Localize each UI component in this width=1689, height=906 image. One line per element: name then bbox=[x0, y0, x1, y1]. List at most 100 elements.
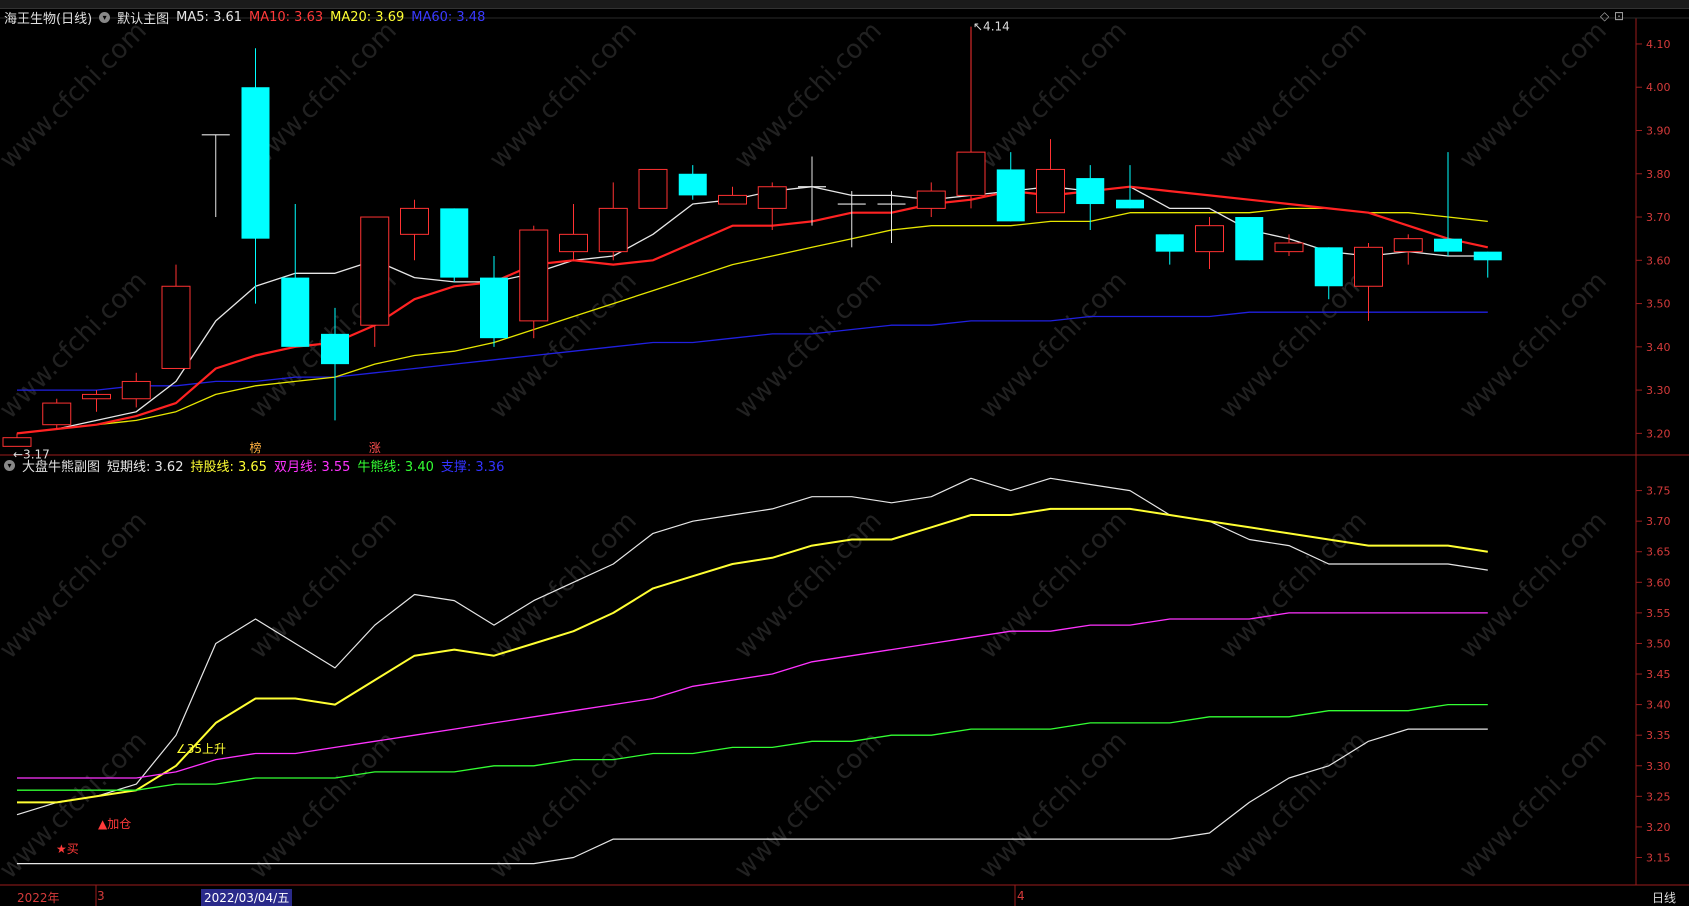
buy-signal-label: ★买 bbox=[56, 842, 79, 856]
candle-body-up bbox=[598, 207, 628, 253]
candle-body-up bbox=[559, 233, 588, 253]
watermark-text: www.cfchi.com bbox=[1214, 506, 1373, 665]
candle-body-up bbox=[1354, 246, 1383, 287]
main-y-tick-label: 3.20 bbox=[1646, 427, 1671, 440]
short-line-label: 短期线: 3.62 bbox=[107, 460, 184, 475]
main-y-tick-label: 4.10 bbox=[1646, 38, 1671, 51]
candle-body-up bbox=[1036, 168, 1065, 214]
candle-body-up bbox=[1274, 242, 1304, 253]
candle[interactable] bbox=[1155, 234, 1184, 265]
settings-circle-icon[interactable]: ▾ bbox=[99, 12, 111, 23]
candle[interactable] bbox=[837, 191, 866, 248]
candle[interactable] bbox=[519, 225, 549, 339]
settings-circle-icon[interactable]: ▾ bbox=[4, 460, 15, 471]
month-3-label: 3 bbox=[97, 889, 105, 903]
candle[interactable] bbox=[718, 186, 747, 205]
candle[interactable] bbox=[360, 216, 390, 347]
main-y-tick-label: 3.90 bbox=[1646, 124, 1671, 137]
candle[interactable] bbox=[440, 208, 469, 282]
diamond-icon[interactable]: ◇ bbox=[1600, 9, 1609, 23]
candle-body-down bbox=[321, 333, 349, 365]
main-y-tick-label: 3.60 bbox=[1646, 254, 1671, 267]
candle[interactable] bbox=[598, 182, 628, 261]
candle-body-down bbox=[1314, 247, 1343, 287]
sub-y-tick-label: 3.20 bbox=[1646, 821, 1671, 834]
high-price-label: ↖4.14 bbox=[973, 20, 1010, 34]
add-position-label: ▲加仓 bbox=[98, 817, 131, 831]
watermark-text: www.cfchi.com bbox=[729, 726, 888, 885]
stock-title: 海王生物(日线) bbox=[4, 12, 93, 27]
two-month-line-label: 双月线: 3.55 bbox=[273, 460, 351, 475]
watermark-text: www.cfchi.com bbox=[484, 726, 643, 885]
candle-body-down bbox=[996, 169, 1025, 222]
candle[interactable] bbox=[1354, 242, 1383, 321]
candle[interactable] bbox=[281, 204, 310, 347]
sub-chart-name[interactable]: 大盘牛熊副图 bbox=[22, 456, 100, 475]
candle[interactable] bbox=[400, 199, 429, 261]
watermark-text: www.cfchi.com bbox=[729, 16, 888, 175]
candle[interactable] bbox=[559, 204, 588, 261]
candle[interactable] bbox=[1434, 152, 1462, 256]
zhang-marker: 涨 bbox=[369, 440, 381, 455]
watermark-text: www.cfchi.com bbox=[0, 16, 153, 175]
candle[interactable] bbox=[956, 26, 986, 209]
candle[interactable] bbox=[42, 398, 72, 430]
sub-y-tick-label: 3.70 bbox=[1646, 515, 1671, 528]
watermark-text: www.cfchi.com bbox=[729, 506, 888, 665]
candle[interactable] bbox=[877, 191, 906, 243]
watermark-text: www.cfchi.com bbox=[0, 266, 153, 425]
year-label: 2022年 bbox=[17, 891, 60, 905]
candle-body-down bbox=[1155, 234, 1184, 252]
candle[interactable] bbox=[1473, 251, 1502, 278]
candle[interactable] bbox=[1393, 234, 1423, 265]
support-line-label: 支撑: 3.36 bbox=[440, 460, 505, 475]
watermark-text: www.cfchi.com bbox=[1214, 266, 1373, 425]
candle[interactable] bbox=[1274, 234, 1304, 256]
watermark-text: www.cfchi.com bbox=[974, 726, 1133, 885]
candle-body-up bbox=[161, 285, 191, 369]
sub-y-tick-label: 3.60 bbox=[1646, 576, 1671, 589]
watermark-text: www.cfchi.com bbox=[484, 16, 643, 175]
candle[interactable] bbox=[1036, 139, 1065, 214]
candle-body-up bbox=[42, 402, 72, 426]
candle[interactable] bbox=[2, 433, 32, 447]
candle[interactable] bbox=[638, 168, 668, 209]
candle-body-up bbox=[82, 393, 111, 400]
stock-chart[interactable]: www.cfchi.com www.cfchi.com www.cfchi.com w… bbox=[0, 0, 1689, 906]
month-4-label: 4 bbox=[1017, 889, 1025, 903]
candle-body-up bbox=[519, 229, 549, 322]
candle[interactable] bbox=[241, 48, 270, 304]
watermark-text: www.cfchi.com bbox=[974, 266, 1133, 425]
watermark-text: www.cfchi.com bbox=[0, 506, 153, 665]
sub-y-tick-label: 3.40 bbox=[1646, 699, 1671, 712]
sub-y-tick-label: 3.35 bbox=[1646, 729, 1671, 742]
candle-body-up bbox=[360, 216, 390, 326]
candle[interactable] bbox=[121, 372, 151, 408]
candle[interactable] bbox=[1195, 217, 1224, 269]
watermark-text: www.cfchi.com bbox=[1454, 726, 1613, 885]
main-chart-name[interactable]: 默认主图 bbox=[117, 8, 169, 27]
candle[interactable] bbox=[1235, 217, 1264, 261]
candle[interactable] bbox=[678, 165, 707, 200]
candle[interactable] bbox=[480, 255, 508, 347]
sub-chart-legend: ▾ 大盘牛熊副图 短期线: 3.62 持股线: 3.65 双月线: 3.55 牛… bbox=[4, 456, 504, 475]
cursor-date-label: 2022/03/04/五 bbox=[201, 889, 293, 906]
main-y-tick-label: 3.40 bbox=[1646, 341, 1671, 354]
candle[interactable] bbox=[82, 390, 111, 412]
candle[interactable] bbox=[1076, 165, 1105, 231]
candle[interactable] bbox=[161, 264, 191, 369]
candle[interactable] bbox=[798, 156, 826, 226]
window-restore-icon[interactable]: ⊡ bbox=[1614, 9, 1624, 23]
sub-y-tick-label: 3.45 bbox=[1646, 668, 1671, 681]
candle-body-up bbox=[400, 207, 429, 235]
sub-y-tick-label: 3.65 bbox=[1646, 546, 1671, 559]
candle[interactable] bbox=[757, 182, 787, 231]
candle-body-down bbox=[1434, 238, 1462, 252]
candle-body-down bbox=[281, 277, 310, 347]
watermark-text: www.cfchi.com bbox=[1454, 266, 1613, 425]
candle[interactable] bbox=[916, 182, 946, 218]
watermark-text: www.cfchi.com bbox=[1214, 726, 1373, 885]
period-label[interactable]: 日线 bbox=[1652, 889, 1676, 906]
watermark-text: www.cfchi.com bbox=[244, 506, 403, 665]
candle[interactable] bbox=[201, 134, 230, 218]
